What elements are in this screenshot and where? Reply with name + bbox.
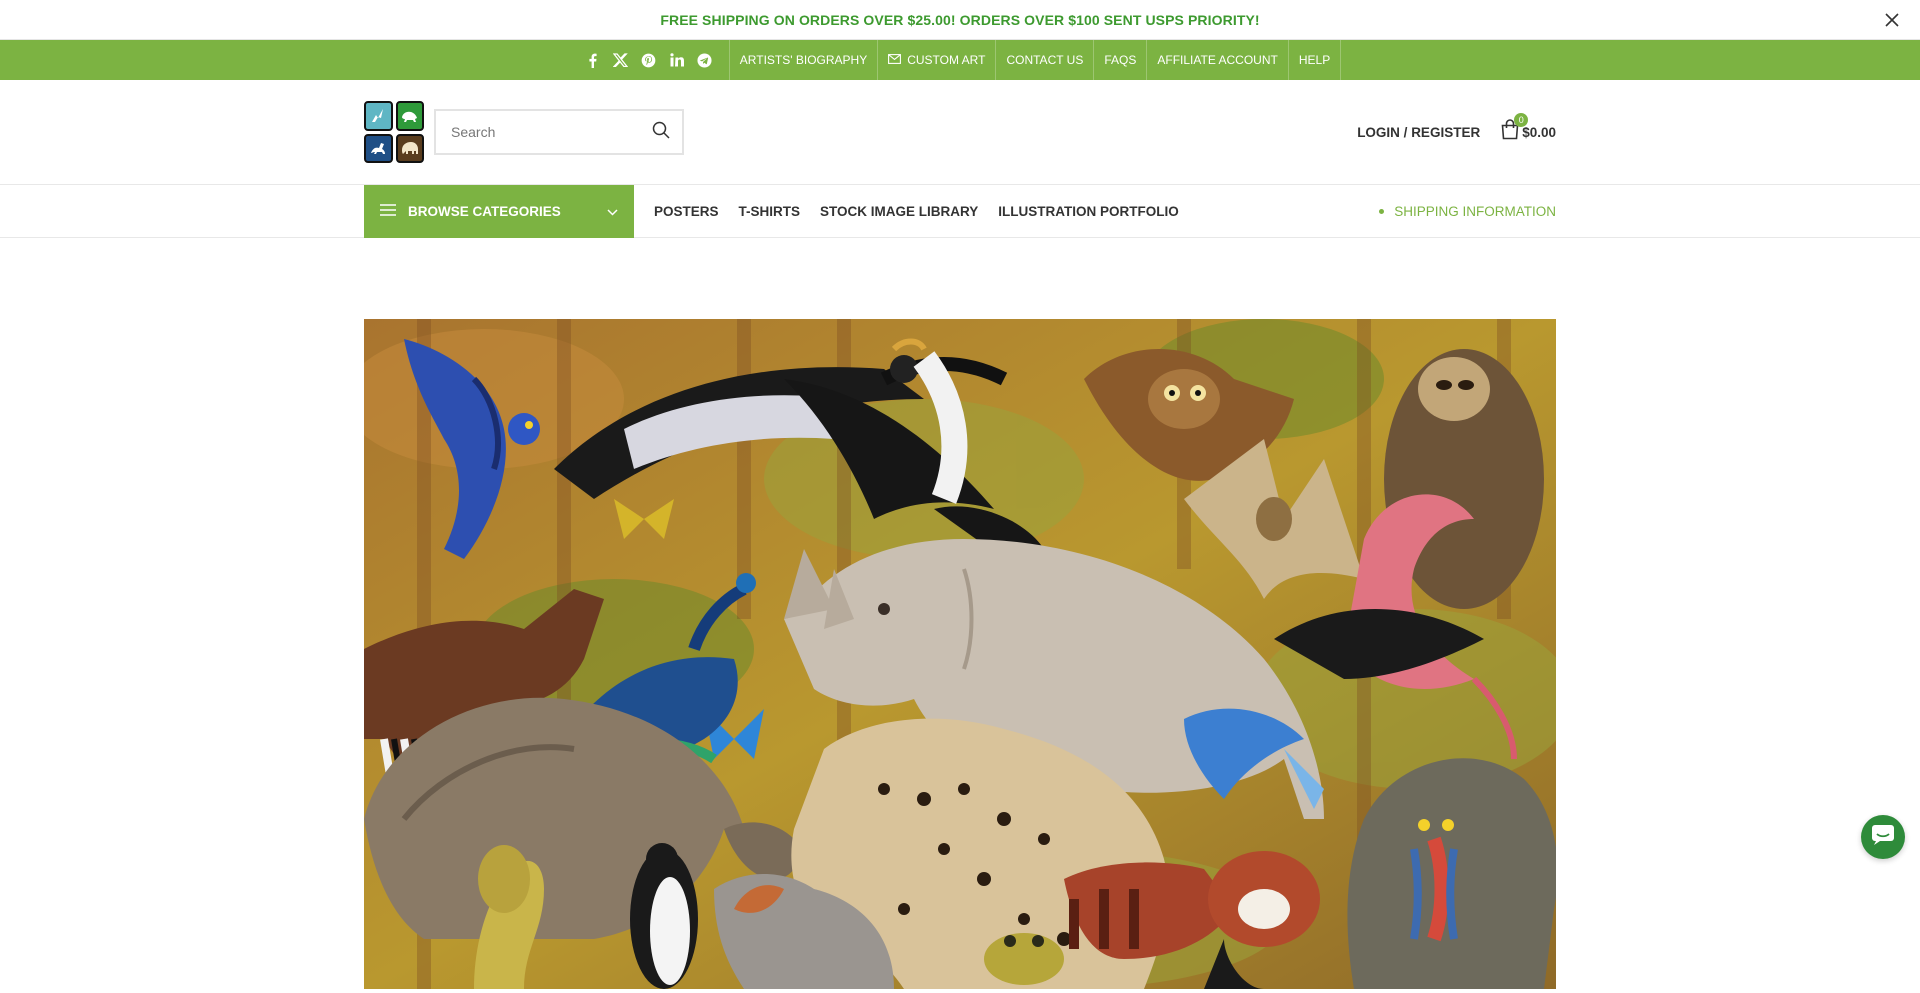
promo-text: FREE SHIPPING ON ORDERS OVER $25.00! ORD… — [660, 11, 1260, 28]
topnav-help[interactable]: HELP — [1287, 40, 1342, 80]
cart-total: $0.00 — [1522, 124, 1556, 140]
site-logo[interactable] — [364, 101, 424, 163]
linkedin-icon[interactable] — [663, 40, 691, 80]
social-links — [579, 40, 729, 80]
primary-links: POSTERS T-SHIRTS STOCK IMAGE LIBRARY ILL… — [654, 204, 1179, 219]
nav-stock-image-library[interactable]: STOCK IMAGE LIBRARY — [820, 204, 978, 219]
topnav-label: ARTISTS' BIOGRAPHY — [739, 53, 868, 67]
top-bar: ARTISTS' BIOGRAPHY CUSTOM ART CONTACT US… — [0, 40, 1920, 80]
nav-t-shirts[interactable]: T-SHIRTS — [739, 204, 801, 219]
shipping-information-link[interactable]: SHIPPING INFORMATION — [1379, 204, 1556, 219]
main-nav: BROWSE CATEGORIES POSTERS T-SHIRTS STOCK… — [0, 184, 1920, 238]
search-icon[interactable] — [652, 121, 670, 144]
nav-posters[interactable]: POSTERS — [654, 204, 719, 219]
topnav-label: AFFILIATE ACCOUNT — [1157, 53, 1278, 67]
telegram-icon[interactable] — [691, 40, 719, 80]
login-register-link[interactable]: LOGIN / REGISTER — [1357, 125, 1480, 140]
chat-icon — [1871, 824, 1895, 851]
browse-categories-label: BROWSE CATEGORIES — [408, 203, 561, 219]
facebook-icon[interactable] — [579, 40, 607, 80]
logo-tile-rhino-icon — [395, 101, 424, 131]
browse-categories-button[interactable]: BROWSE CATEGORIES — [364, 184, 634, 238]
logo-tile-elephant-icon — [395, 133, 424, 163]
envelope-icon — [888, 53, 902, 67]
chat-button[interactable] — [1861, 815, 1905, 859]
topnav-label: CONTACT US — [1006, 53, 1084, 67]
hamburger-icon — [380, 203, 396, 219]
topnav-affiliate-account[interactable]: AFFILIATE ACCOUNT — [1146, 40, 1287, 80]
search-box — [434, 109, 684, 155]
topnav-label: FAQS — [1104, 53, 1137, 67]
shipping-information-label: SHIPPING INFORMATION — [1394, 203, 1556, 219]
topnav-artists-biography[interactable]: ARTISTS' BIOGRAPHY — [728, 40, 877, 80]
bullet-dot — [1379, 208, 1385, 214]
topnav-label: CUSTOM ART — [907, 53, 986, 67]
nav-illustration-portfolio[interactable]: ILLUSTRATION PORTFOLIO — [998, 204, 1178, 219]
topnav-faqs[interactable]: FAQS — [1093, 40, 1146, 80]
topnav-custom-art[interactable]: CUSTOM ART — [877, 40, 995, 80]
logo-tile-bird-icon — [364, 101, 393, 131]
cart-button[interactable]: 0 $0.00 — [1500, 113, 1556, 145]
chevron-down-icon — [607, 204, 618, 219]
promo-bar: FREE SHIPPING ON ORDERS OVER $25.00! ORD… — [0, 0, 1920, 40]
search-input[interactable] — [451, 124, 641, 140]
frog-figure — [984, 933, 1064, 985]
topnav-contact-us[interactable]: CONTACT US — [995, 40, 1093, 80]
hero-wildlife-illustration[interactable] — [364, 319, 1556, 989]
topnav-label: HELP — [1298, 53, 1331, 67]
logo-tile-dinosaur-icon — [364, 133, 393, 163]
pinterest-icon[interactable] — [635, 40, 663, 80]
x-icon[interactable] — [607, 40, 635, 80]
close-icon[interactable] — [1880, 8, 1904, 32]
site-header: LOGIN / REGISTER 0 $0.00 — [0, 80, 1920, 185]
top-nav: ARTISTS' BIOGRAPHY CUSTOM ART CONTACT US… — [728, 40, 1342, 80]
